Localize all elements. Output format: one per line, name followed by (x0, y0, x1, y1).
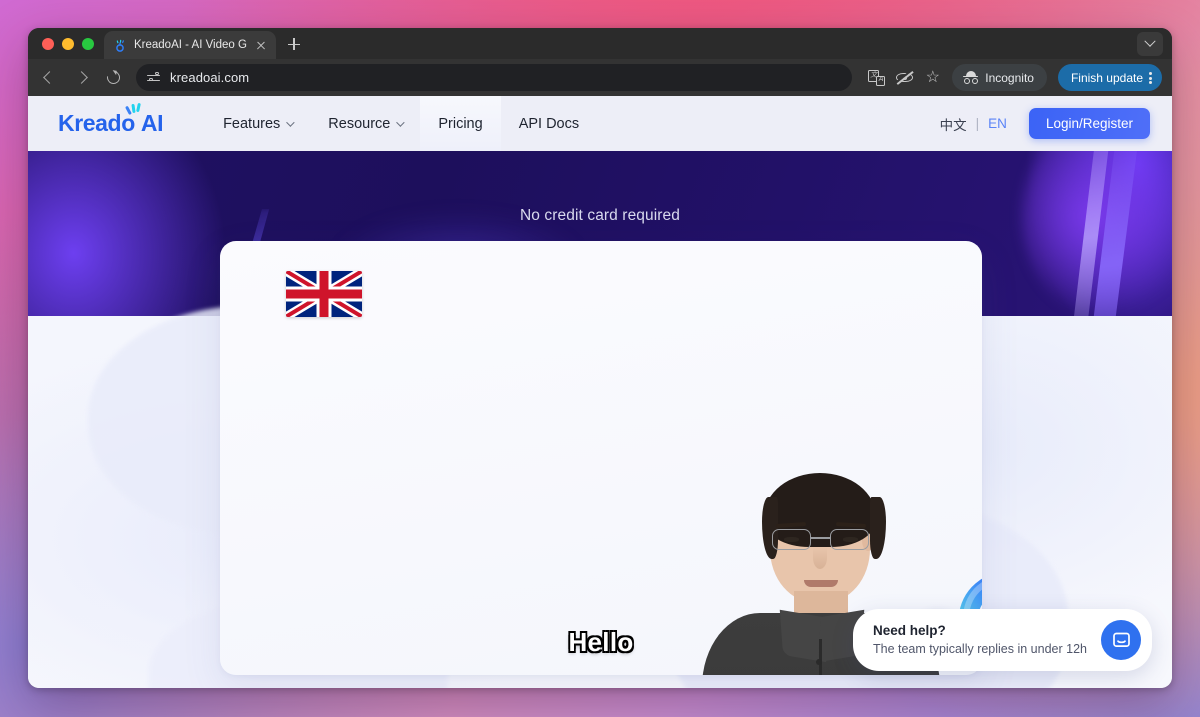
language-option-en[interactable]: EN (988, 116, 1007, 131)
reload-icon (104, 68, 123, 87)
translate-icon[interactable] (868, 69, 886, 86)
hero-subtext: No credit card required (520, 207, 680, 224)
chat-bubble-icon (1112, 632, 1130, 647)
uk-flag-icon (286, 271, 362, 317)
kreado-favicon-icon (114, 39, 127, 52)
nav-item-pricing[interactable]: Pricing (420, 96, 501, 151)
browser-window: KreadoAI - AI Video Generato kreadoai.co… (28, 28, 1172, 688)
orange-arc-decoration (28, 151, 210, 316)
star-icon[interactable]: ☆ (924, 69, 941, 86)
minimize-window-button[interactable] (62, 38, 74, 50)
logo-text-a: Kread (58, 110, 122, 136)
incognito-label: Incognito (985, 70, 1034, 85)
login-register-button[interactable]: Login/Register (1028, 108, 1150, 139)
language-separator: | (975, 116, 980, 131)
presenter-nose (813, 547, 827, 569)
nav-label: API Docs (518, 115, 580, 132)
close-tab-icon[interactable] (254, 38, 268, 52)
reload-button[interactable] (100, 64, 127, 91)
presenter-mouth (804, 580, 838, 587)
presenter-shirt-button (816, 659, 822, 665)
eye-off-icon[interactable] (896, 69, 914, 86)
chevron-down-icon (1144, 35, 1156, 47)
tab-search-button[interactable] (1137, 32, 1163, 56)
language-switcher: 中文 | EN (940, 114, 1007, 134)
nav-item-features[interactable]: Features (205, 96, 310, 151)
chat-widget[interactable]: Need help? The team typically replies in… (852, 609, 1152, 671)
language-option-zh[interactable]: 中文 (940, 114, 967, 134)
browser-toolbar: kreadoai.com ☆ Incognito Finish update (28, 59, 1172, 96)
finish-update-label: Finish update (1070, 70, 1143, 85)
main-nav: Features Resource Pricing API Docs (205, 96, 597, 151)
back-arrow-icon (43, 71, 56, 84)
kebab-menu-icon[interactable] (1149, 70, 1153, 85)
logo-burst-icon (125, 102, 146, 116)
presenter-hair-side-right (870, 497, 886, 559)
chat-widget-text: Need help? The team typically replies in… (873, 622, 1087, 658)
nav-label: Pricing (438, 115, 483, 132)
nav-item-resource[interactable]: Resource (310, 96, 420, 151)
address-bar[interactable]: kreadoai.com (136, 64, 853, 91)
nav-label: Features (223, 115, 281, 132)
site-logo[interactable]: Kread o AI (58, 102, 163, 137)
chevron-down-icon (396, 117, 406, 127)
toolbar-actions: ☆ Incognito Finish update (857, 64, 1162, 91)
browser-tab[interactable]: KreadoAI - AI Video Generato (104, 31, 276, 59)
back-button[interactable] (36, 64, 63, 91)
tab-strip: KreadoAI - AI Video Generato (28, 28, 1172, 59)
tab-title: KreadoAI - AI Video Generato (134, 39, 247, 51)
page-viewport: No credit card required Kread o AI Featur… (28, 96, 1172, 688)
new-tab-button[interactable] (281, 31, 307, 57)
chat-widget-title: Need help? (872, 623, 946, 638)
incognito-indicator[interactable]: Incognito (952, 64, 1047, 91)
address-bar-url: kreadoai.com (170, 70, 250, 85)
finish-update-button[interactable]: Finish update (1057, 64, 1162, 91)
close-window-button[interactable] (42, 38, 54, 50)
forward-button[interactable] (68, 64, 95, 91)
site-settings-icon[interactable] (147, 71, 161, 85)
chat-widget-subtitle: The team typically replies in under 12h (872, 642, 1087, 656)
incognito-icon (963, 70, 979, 85)
chevron-down-icon (286, 117, 295, 127)
nav-label: Resource (328, 115, 391, 132)
video-preview-card[interactable]: Hello (220, 241, 982, 675)
site-header: Kread o AI Features Resource Pricing API… (28, 96, 1172, 151)
chat-launcher-button[interactable] (1101, 620, 1141, 660)
window-controls (28, 38, 104, 59)
forward-arrow-icon (75, 71, 88, 84)
nav-item-api-docs[interactable]: API Docs (501, 96, 597, 151)
maximize-window-button[interactable] (82, 38, 94, 50)
login-register-label: Login/Register (1045, 116, 1133, 131)
